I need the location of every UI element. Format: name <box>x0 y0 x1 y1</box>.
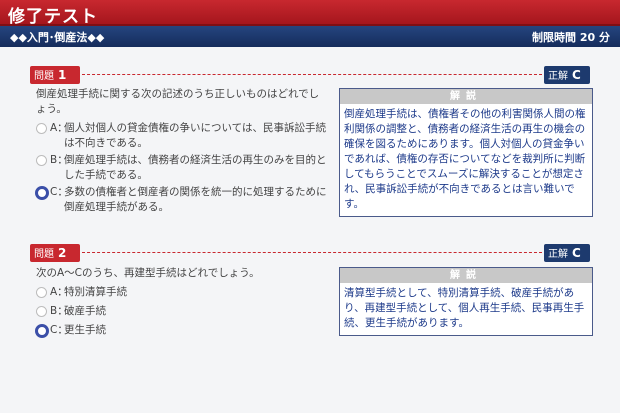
explanation-text: 倒産処理手続は、債権者その他の利害関係人間の権利関係の調整と、債務者の経済生活の… <box>344 108 586 210</box>
radio-button-selected[interactable] <box>35 186 49 200</box>
explanation-1-panel: 解説 倒産処理手続は、債権者その他の利害関係人間の権利関係の調整と、債務者の経済… <box>339 88 593 217</box>
divider <box>82 74 542 75</box>
explanation-title: 解説 <box>340 89 592 104</box>
question-number: 1 <box>58 68 67 82</box>
choice-1c[interactable]: C： 多数の債権者と倒産者の関係を統一的に処理するために倒産処理手続がある。 <box>35 185 328 215</box>
radio-button-selected[interactable] <box>35 324 49 338</box>
radio-button[interactable] <box>36 306 47 317</box>
time-limit: 制限時間 20 分 <box>532 31 610 44</box>
choice-text: 破産手続 <box>64 305 106 317</box>
question-2-text: 次のA～Cのうち、再建型手続はどれでしょう。 <box>36 267 260 279</box>
question-2-header: 問題 2 正解 C <box>30 244 590 262</box>
choice-text: 多数の債権者と倒産者の関係を統一的に処理するために倒産処理手続がある。 <box>64 186 327 213</box>
answer-2-badge: 正解 C <box>544 244 590 262</box>
radio-button[interactable] <box>36 287 47 298</box>
choice-text: 倒産処理手続は、債務者の経済生活の再生のみを目的とした手続である。 <box>64 154 327 181</box>
question-2-badge: 問題 2 <box>30 244 80 262</box>
course-subtitle: ◆◆入門･倒産法◆◆ <box>10 31 105 44</box>
title-bar: 修了テスト <box>0 0 620 27</box>
choice-letter: C： <box>50 186 68 198</box>
explanation-2-panel: 解説 清算型手続として、特別清算手続、破産手続があり、再建型手続として、個人再生… <box>339 267 593 336</box>
radio-button[interactable] <box>36 123 47 134</box>
choice-letter: B： <box>50 305 68 317</box>
page-title: 修了テスト <box>8 7 98 27</box>
explanation-title: 解説 <box>340 268 592 283</box>
radio-button[interactable] <box>36 155 47 166</box>
choice-letter: C： <box>50 324 68 336</box>
choice-1a[interactable]: A： 個人対個人の貸金債権の争いについては、民事訴訟手続は不向きである。 <box>36 121 328 151</box>
choice-2c[interactable]: C： 更生手続 <box>35 323 328 338</box>
explanation-text: 清算型手続として、特別清算手続、破産手続があり、再建型手続として、個人再生手続、… <box>344 287 585 329</box>
choice-letter: A： <box>50 286 68 298</box>
answer-value: C <box>572 246 581 260</box>
answer-value: C <box>572 68 581 82</box>
choice-2a[interactable]: A： 特別清算手続 <box>36 285 328 300</box>
question-label: 問題 <box>34 249 54 260</box>
question-1-badge: 問題 1 <box>30 66 80 84</box>
question-number: 2 <box>58 246 67 260</box>
choice-text: 特別清算手続 <box>64 286 127 298</box>
choice-2b[interactable]: B： 破産手続 <box>36 304 328 319</box>
choice-text: 個人対個人の貸金債権の争いについては、民事訴訟手続は不向きである。 <box>64 122 326 149</box>
answer-label: 正解 <box>548 71 568 82</box>
question-1-text: 倒産処理手続に関する次の記述のうち正しいものはどれでしょう。 <box>36 88 320 115</box>
choice-letter: A： <box>50 122 68 134</box>
question-1-header: 問題 1 正解 C <box>30 66 590 84</box>
answer-label: 正解 <box>548 249 568 260</box>
answer-1-badge: 正解 C <box>544 66 590 84</box>
choice-1b[interactable]: B： 倒産処理手続は、債務者の経済生活の再生のみを目的とした手続である。 <box>36 153 328 183</box>
divider <box>82 252 542 253</box>
sub-header-bar: ◆◆入門･倒産法◆◆ 制限時間 20 分 <box>0 26 620 47</box>
choice-letter: B： <box>50 154 68 166</box>
question-label: 問題 <box>34 71 54 82</box>
choice-text: 更生手続 <box>64 324 106 336</box>
